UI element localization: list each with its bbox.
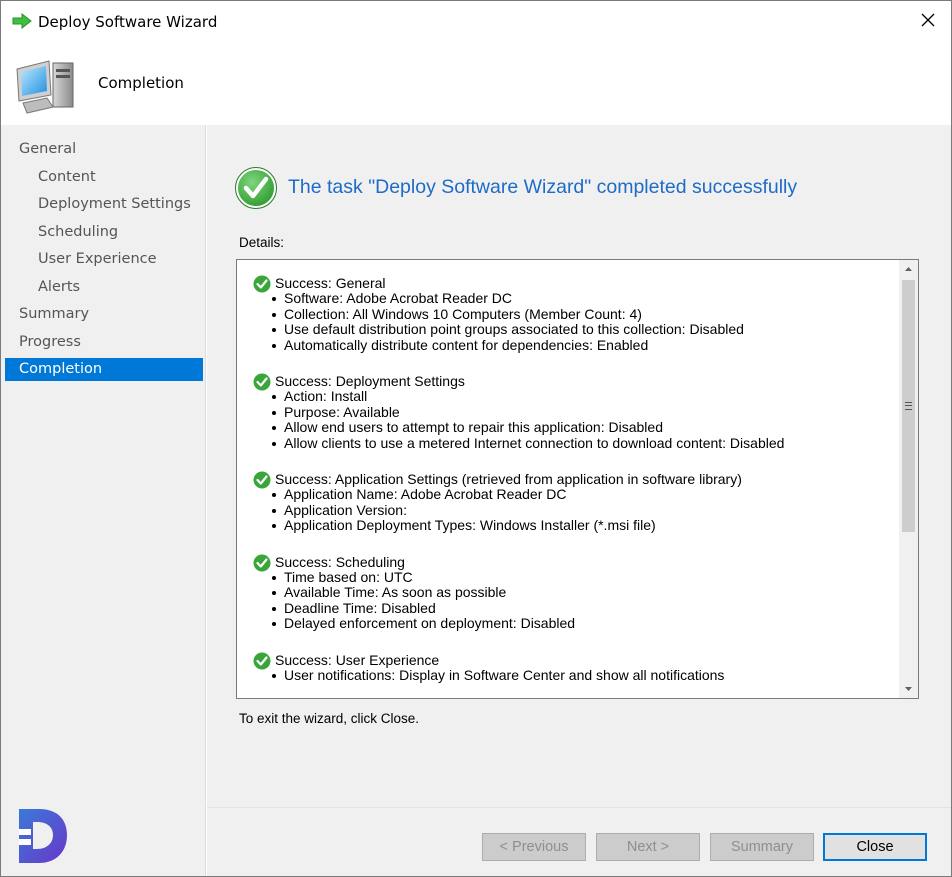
success-check-icon: [253, 373, 271, 391]
brand-logo-icon: [19, 809, 67, 863]
list-item: Collection: All Windows 10 Computers (Me…: [270, 306, 899, 323]
grip-icon: [905, 402, 912, 410]
details-box[interactable]: Success: General Software: Adobe Acrobat…: [236, 259, 919, 699]
list-item: Application Deployment Types: Windows In…: [270, 517, 899, 534]
footer-divider: [207, 807, 951, 808]
list-item: Available Time: As soon as possible: [270, 584, 899, 601]
success-title: The task "Deploy Software Wizard" comple…: [288, 176, 798, 198]
section-title: Success: Deployment Settings: [275, 373, 465, 389]
scroll-thumb[interactable]: [902, 280, 915, 532]
section-title: Success: Application Settings (retrieved…: [275, 471, 742, 487]
page-title: Completion: [98, 74, 184, 92]
sidebar-item-deployment-settings[interactable]: Deployment Settings: [5, 193, 203, 216]
window-title: Deploy Software Wizard: [38, 13, 218, 31]
list-item: Application Name: Adobe Acrobat Reader D…: [270, 486, 899, 503]
details-section-scheduling: Success: Scheduling Time based on: UTC A…: [253, 553, 899, 632]
details-section-deployment-settings: Success: Deployment Settings Action: Ins…: [253, 372, 899, 451]
wizard-header: Completion: [1, 43, 951, 125]
list-item: Allow end users to attempt to repair thi…: [270, 419, 899, 436]
section-title: Success: General: [275, 275, 386, 291]
main-panel: The task "Deploy Software Wizard" comple…: [207, 125, 951, 876]
computer-icon: [16, 60, 74, 114]
success-check-icon: [253, 471, 271, 489]
scroll-down-arrow-icon[interactable]: [899, 680, 918, 698]
sidebar-item-scheduling[interactable]: Scheduling: [5, 221, 203, 244]
next-button[interactable]: Next >: [596, 833, 700, 861]
success-check-icon: [253, 652, 271, 669]
success-check-icon: [253, 275, 271, 293]
sidebar-item-content[interactable]: Content: [5, 166, 203, 189]
sidebar-item-summary[interactable]: Summary: [5, 303, 203, 326]
details-section-application-settings: Success: Application Settings (retrieved…: [253, 470, 899, 534]
list-item: Time based on: UTC: [270, 569, 899, 586]
list-item: Allow clients to use a metered Internet …: [270, 435, 899, 452]
list-item: Use default distribution point groups as…: [270, 321, 899, 338]
list-item: Application Version:: [270, 502, 899, 519]
details-label: Details:: [239, 235, 285, 250]
list-item: Purpose: Available: [270, 404, 899, 421]
sidebar-item-user-experience[interactable]: User Experience: [5, 248, 203, 271]
sidebar: General Content Deployment Settings Sche…: [1, 125, 206, 876]
list-item: Delayed enforcement on deployment: Disab…: [270, 615, 899, 632]
sidebar-item-general[interactable]: General: [5, 138, 203, 161]
list-item: Deadline Time: Disabled: [270, 600, 899, 617]
details-section-user-experience: Success: User Experience User notificati…: [253, 651, 899, 684]
list-item: Software: Adobe Acrobat Reader DC: [270, 290, 899, 307]
list-item: Automatically distribute content for dep…: [270, 337, 899, 354]
exit-instructions: To exit the wizard, click Close.: [239, 711, 420, 726]
details-content: Success: General Software: Adobe Acrobat…: [237, 260, 899, 698]
scroll-up-arrow-icon[interactable]: [899, 260, 918, 278]
title-bar: Deploy Software Wizard: [1, 1, 951, 43]
success-check-icon: [235, 167, 277, 209]
wizard-window: Deploy Software Wizard Completion Genera…: [0, 0, 952, 877]
vertical-scrollbar[interactable]: [899, 260, 918, 698]
arrow-right-icon: [12, 13, 32, 29]
close-button[interactable]: Close: [823, 833, 927, 861]
sidebar-item-progress[interactable]: Progress: [5, 331, 203, 354]
details-section-general: Success: General Software: Adobe Acrobat…: [253, 274, 899, 353]
sidebar-item-alerts[interactable]: Alerts: [5, 276, 203, 299]
previous-button[interactable]: < Previous: [482, 833, 586, 861]
section-title: Success: User Experience: [275, 651, 440, 668]
list-item: User notifications: Display in Software …: [270, 667, 899, 684]
section-title: Success: Scheduling: [275, 553, 405, 570]
close-icon[interactable]: [919, 11, 937, 29]
summary-button[interactable]: Summary: [710, 833, 814, 861]
success-check-icon: [253, 554, 271, 571]
sidebar-item-completion[interactable]: Completion: [5, 358, 203, 381]
list-item: Action: Install: [270, 388, 899, 405]
